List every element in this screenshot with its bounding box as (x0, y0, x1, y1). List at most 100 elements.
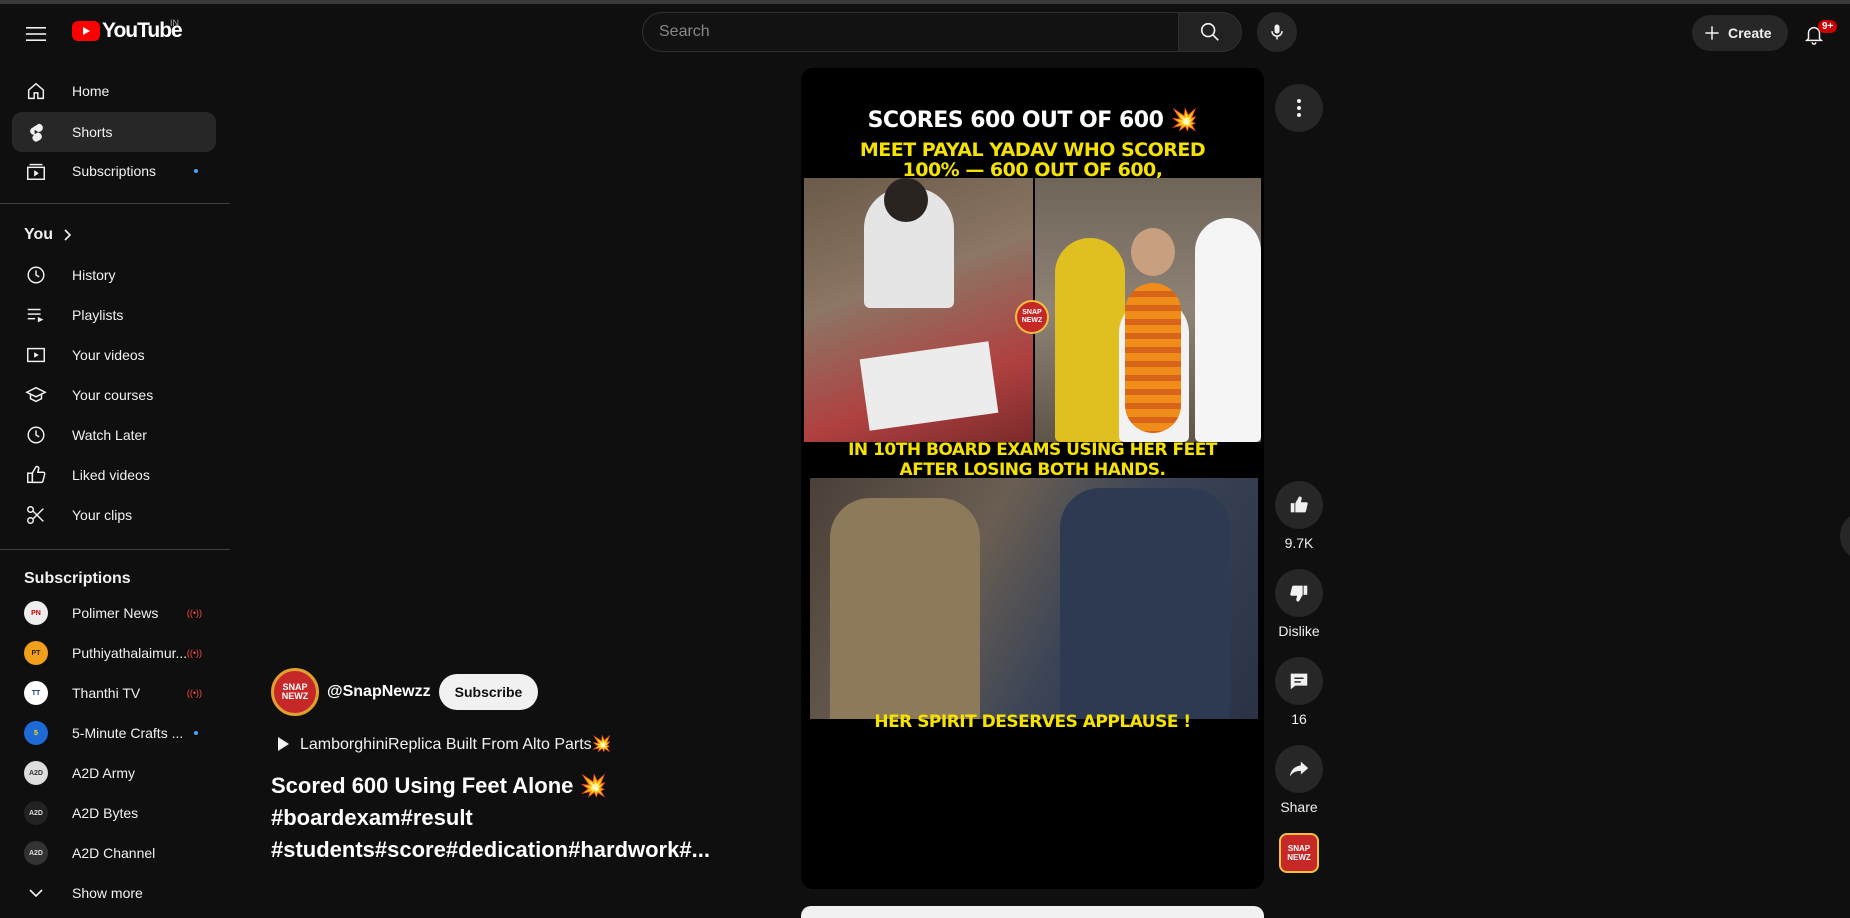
sidebar-item-label: Liked videos (72, 467, 150, 483)
overlay-middle-line2: AFTER LOSING BOTH HANDS. (899, 460, 1166, 480)
overlay-subheadline-line1: MEET PAYAL YADAV WHO SCORED (859, 139, 1206, 161)
overlay-subheadline-line2: 100% — 600 OUT OF 600, (902, 159, 1163, 181)
channel-handle[interactable]: @SnapNewzz (327, 683, 431, 701)
paper-sheet (859, 341, 999, 431)
channel-avatar: A2D (24, 841, 48, 865)
sidebar-channel-a2d-bytes[interactable]: A2D A2D Bytes (12, 793, 216, 833)
sidebar-item-your-clips[interactable]: Your clips (12, 495, 216, 535)
channel-avatar: 5 (24, 721, 48, 745)
play-icon (278, 737, 289, 751)
flower-garland (1125, 283, 1181, 433)
sidebar-item-home[interactable]: Home (12, 71, 216, 111)
you-heading-label: You (24, 226, 54, 243)
video-frame-writing-with-feet (804, 178, 1033, 442)
live-icon: ((•)) (186, 648, 202, 658)
dislike-button[interactable] (1275, 569, 1323, 617)
sidebar-show-more[interactable]: Show more (12, 873, 216, 913)
like-count: 9.7K (1284, 535, 1314, 551)
sidebar-item-label: Your courses (72, 387, 154, 403)
more-options-button[interactable] (1275, 84, 1323, 132)
channel-name: Puthiyathalaimur... (72, 645, 188, 661)
sidebar-item-label: Watch Later (72, 427, 147, 443)
like-button[interactable] (1275, 481, 1323, 529)
playlists-icon (24, 303, 48, 327)
man-figure (1060, 488, 1230, 719)
sidebar-channel-a2d-army[interactable]: A2D A2D Army (12, 753, 216, 793)
overlay-bottom-text: HER SPIRIT DESERVES APPLAUSE ! (874, 712, 1191, 732)
share-icon (1289, 761, 1309, 777)
subscriptions-heading: Subscriptions (24, 570, 131, 588)
comments-button[interactable] (1275, 657, 1323, 705)
menu-button[interactable] (18, 16, 54, 52)
sidebar-item-your-courses[interactable]: Your courses (12, 375, 216, 415)
sidebar-item-playlists[interactable]: Playlists (12, 295, 216, 335)
sidebar-item-shorts[interactable]: Shorts (12, 112, 216, 152)
new-content-dot (194, 731, 198, 735)
clock-icon (24, 423, 48, 447)
sidebar-item-label: Shorts (72, 124, 113, 140)
sidebar-channel-thanthi-tv[interactable]: TT Thanthi TV ((•)) (12, 673, 216, 713)
search-input[interactable] (659, 23, 1178, 41)
comments-action: 16 (1275, 657, 1323, 727)
comment-icon (1290, 673, 1308, 690)
channel-name: A2D Channel (72, 845, 156, 861)
sidebar-channel-polimer-news[interactable]: PN Polimer News ((•)) (12, 593, 216, 633)
channel-avatar: PT (24, 641, 48, 665)
shorts-video-player[interactable]: SCORES 600 OUT OF 600 💥 MEET PAYAL YADAV… (801, 68, 1264, 889)
next-short-preview[interactable] (801, 906, 1264, 918)
sidebar-item-watch-later[interactable]: Watch Later (12, 415, 216, 455)
sidebar-item-label: Home (72, 83, 110, 99)
sidebar-item-subscriptions[interactable]: Subscriptions (12, 151, 216, 191)
like-action: 9.7K (1275, 481, 1323, 551)
snap-newz-watermark: SNAP NEWZ (1015, 300, 1049, 334)
sidebar-item-history[interactable]: History (12, 255, 216, 295)
youtube-play-icon (72, 21, 100, 41)
channel-thumbnail-button[interactable]: SNAP NEWZ (1279, 833, 1319, 873)
thumbs-up-icon (1290, 496, 1308, 513)
channel-avatar: A2D (24, 761, 48, 785)
plus-icon (1705, 26, 1719, 40)
video-frame-garland-celebration (1035, 178, 1261, 442)
overlay-subheadline: MEET PAYAL YADAV WHO SCORED 100% — 600 O… (801, 140, 1264, 180)
country-code: IN (170, 18, 179, 28)
sidebar-channel-puthiyathalaimurai[interactable]: PT Puthiyathalaimur... ((•)) (12, 633, 216, 673)
short-channel-row: SNAP NEWZ @SnapNewzz Subscribe (271, 668, 539, 716)
home-icon (24, 79, 48, 103)
woman-figure (1055, 238, 1125, 442)
youtube-logo[interactable]: YouTube (72, 19, 183, 43)
sidebar-channel-a2d-channel[interactable]: A2D A2D Channel (12, 833, 216, 873)
channel-name: Polimer News (72, 605, 159, 621)
sidebar-item-liked-videos[interactable]: Liked videos (12, 455, 216, 495)
channel-avatar[interactable]: SNAP NEWZ (271, 668, 319, 716)
share-label: Share (1280, 799, 1318, 815)
voice-search-button[interactable] (1257, 12, 1297, 52)
channel-avatar: A2D (24, 801, 48, 825)
channel-name: Thanthi TV (72, 685, 141, 701)
dislike-action: Dislike (1275, 569, 1323, 639)
sidebar-item-your-videos[interactable]: Your videos (12, 335, 216, 375)
next-short-button[interactable] (1840, 512, 1850, 560)
shorts-icon (24, 120, 48, 144)
comment-count: 16 (1291, 711, 1307, 727)
sidebar-channel-5-minute-crafts[interactable]: 5 5-Minute Crafts ... (12, 713, 216, 753)
subscriptions-icon (24, 159, 48, 183)
channel-name: A2D Bytes (72, 805, 139, 821)
subscribe-button[interactable]: Subscribe (438, 674, 539, 710)
related-video-link[interactable]: LamborghiniReplica Built From Alto Parts… (276, 734, 612, 754)
show-more-label: Show more (72, 885, 143, 901)
chevron-down-icon (24, 881, 48, 905)
you-section-heading[interactable]: You (24, 226, 73, 244)
channel-name: 5-Minute Crafts ... (72, 725, 184, 741)
search-icon (1200, 22, 1219, 41)
scissors-icon (24, 503, 48, 527)
sidebar: Home Shorts Subscriptions You History Pl… (0, 60, 230, 912)
create-label: Create (1728, 25, 1772, 41)
share-button[interactable] (1275, 745, 1323, 793)
search-button[interactable] (1178, 12, 1242, 52)
your-videos-icon (24, 343, 48, 367)
search-box[interactable] (642, 12, 1179, 52)
thumbs-up-icon (24, 463, 48, 487)
create-button[interactable]: Create (1692, 15, 1788, 51)
man-figure (1195, 218, 1261, 442)
channel-avatar: PN (24, 601, 48, 625)
